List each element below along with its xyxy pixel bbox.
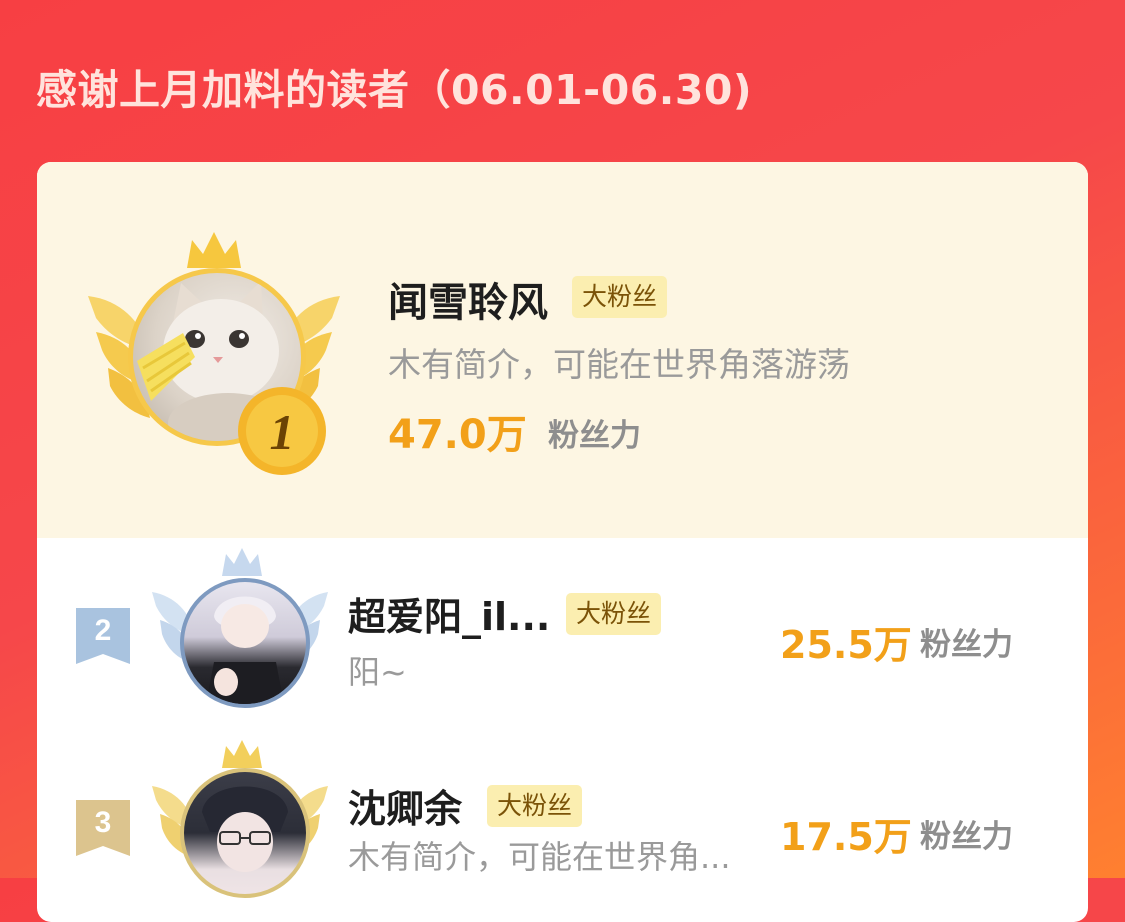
anime-boy-figure-icon: [206, 596, 284, 704]
fan-badge: 大粉丝: [487, 785, 583, 827]
fan-power-label: 粉丝力: [920, 627, 1013, 663]
fan-power-label: 粉丝力: [548, 418, 641, 454]
anime-boy-glasses-avatar-icon[interactable]: [180, 768, 310, 898]
rank-number-2: 2: [94, 614, 112, 647]
fan-badge: 大粉丝: [566, 593, 662, 635]
reader-name[interactable]: 闻雪聆风: [388, 270, 548, 328]
page-title: 感谢上月加料的读者（06.01-06.30): [36, 66, 753, 114]
rank-number-3: 3: [94, 806, 112, 839]
rank-flag-3: 3: [76, 800, 130, 856]
rank-flag-2: 2: [76, 608, 130, 664]
fan-power-value: 25.5万: [780, 623, 912, 667]
fan-badge: 大粉丝: [572, 276, 668, 318]
fan-power-value: 17.5万: [780, 815, 912, 859]
reader-intro: 木有简介，可能在世界角落游荡: [388, 345, 850, 384]
anime-boy-glasses-figure-icon: [202, 786, 288, 872]
reader-intro: 木有简介，可能在世界角...: [348, 838, 731, 876]
gold-rank-medal-icon: 1: [238, 387, 326, 475]
reader-name[interactable]: 沈卿余: [348, 778, 462, 833]
reader-intro: 阳~: [348, 653, 407, 691]
anime-boy-avatar-icon[interactable]: [180, 578, 310, 708]
fan-power-value: 47.0万: [388, 412, 527, 458]
reader-name[interactable]: 超爱阳_il...: [348, 586, 550, 641]
rank-number-1: 1: [270, 404, 295, 460]
fan-power-label: 粉丝力: [920, 819, 1013, 855]
